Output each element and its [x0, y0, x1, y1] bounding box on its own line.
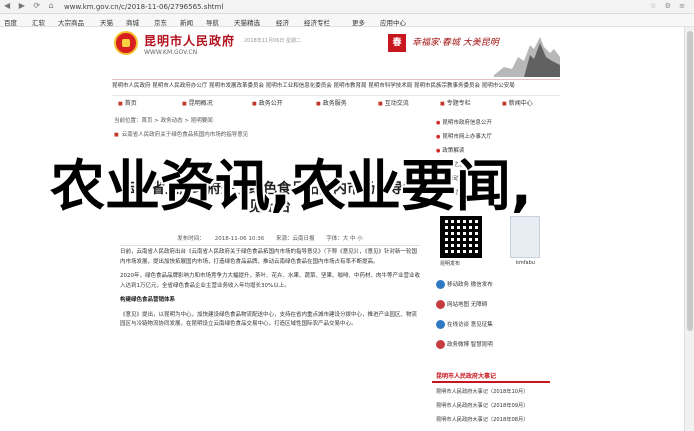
main-nav: 首页 昆明概况 政务公开 政务服务 互动交流 专题专栏 新闻中心 — [112, 95, 560, 107]
bookmark-item[interactable]: 商城 — [126, 17, 139, 26]
qr-code-icon[interactable] — [440, 216, 482, 258]
interview-icon — [436, 320, 445, 329]
url-field[interactable]: www.km.gov.cn/c/2018-11-06/2796565.shtml — [64, 2, 484, 12]
site-name[interactable]: 昆明市人民政府 — [144, 32, 235, 49]
address-bar: ◀ ▶ ⟳ ⌂ www.km.gov.cn/c/2018-11-06/27965… — [0, 0, 694, 14]
sidebar-section-title[interactable]: 昆明市人民政府大事记 — [432, 370, 550, 383]
qr2-label: kmfabu — [516, 260, 535, 266]
department-links-row[interactable]: 昆明市人民政府 昆明市人民政府办公厅 昆明市发展改革委员会 昆明市工业和信息化委… — [112, 81, 560, 93]
bookmark-item[interactable]: 经济专栏 — [304, 17, 330, 26]
bookmark-item[interactable]: 汇软 — [32, 17, 45, 26]
nav-item-interaction[interactable]: 互动交流 — [378, 98, 409, 107]
mobile-app-icon[interactable] — [510, 216, 540, 258]
date-line: 2018年11月06日 星期二 — [244, 38, 302, 44]
sidebar-link[interactable]: 昆明市网上办事大厅 — [436, 132, 492, 140]
bookmark-item[interactable]: 天猫 — [100, 17, 113, 26]
meta-source: 来源：云南日报 — [276, 236, 315, 242]
sidebar-service-row[interactable]: 移动政务 微信发布 — [436, 280, 493, 289]
sidebar-news-item[interactable]: 昆明市人民政府大事记（2018年10月） — [436, 388, 528, 395]
site-header: 昆明市人民政府 WWW.KM.GOV.CN 2018年11月06日 星期二 春 … — [112, 27, 560, 79]
bookmark-item[interactable]: 百度 — [4, 17, 17, 26]
nav-buttons[interactable]: ◀ ▶ ⟳ ⌂ — [4, 1, 57, 10]
nav-item-topics[interactable]: 专题专栏 — [440, 98, 471, 107]
sidebar-service-row[interactable]: 网站地图 无障碍 — [436, 300, 487, 309]
nav-item-home[interactable]: 首页 — [118, 98, 137, 107]
article-paragraph: 2020年，绿色食品品牌影响力和市场竞争力大幅提升，茶叶、花卉、水果、蔬菜、坚果… — [120, 273, 421, 289]
mobile-icon — [436, 280, 445, 289]
sub-breadcrumb[interactable]: 云南省人民政府关于绿色食品拓国内市场的指导意见 — [114, 130, 249, 138]
browser-toolbar-icons[interactable]: ☆ ⚙ ≡ — [650, 2, 688, 10]
calendar-icon: 春 — [388, 34, 406, 52]
sidebar-link[interactable]: 政策解读 — [436, 146, 464, 154]
article-section-heading: 构建绿色食品营销体系 — [120, 297, 176, 303]
header-slogan: 幸福家·春城 大美昆明 — [412, 38, 499, 48]
meta-date-label: 发布时间： — [177, 236, 205, 242]
nav-item-services[interactable]: 政务服务 — [316, 98, 347, 107]
bookmark-item[interactable]: 应用中心 — [380, 17, 406, 26]
article-body: 日前，云南省人民政府出台《云南省人民政府关于绿色食品拓国内市场的指导意见》（下称… — [120, 248, 420, 335]
qr-label: 昆明发布 — [440, 261, 461, 267]
breadcrumb[interactable]: 当前位置：首页 > 政务动态 > 昆明要闻 — [114, 116, 213, 124]
sidebar-service-row[interactable]: 政务微博 智慧昆明 — [436, 340, 493, 349]
nav-item-gov-affairs[interactable]: 政务公开 — [252, 98, 283, 107]
bookmark-item[interactable]: 天猫精选 — [234, 17, 260, 26]
meta-date: 2018-11-06 10:36 — [214, 236, 265, 242]
bookmarks-bar: 百度 汇软 大宗商品 天猫 商城 京东 新闻 导航 天猫精选 经济 经济专栏 更… — [0, 14, 694, 27]
sidebar-news-item[interactable]: 昆明市人民政府大事记（2018年09月） — [436, 402, 528, 409]
bookmark-item[interactable]: 新闻 — [180, 17, 193, 26]
bookmark-item[interactable]: 导航 — [206, 17, 219, 26]
sidebar-link[interactable]: 昆明市政府信息公开 — [436, 118, 492, 126]
landmark-skyline-icon — [494, 37, 560, 77]
weibo-icon — [436, 340, 445, 349]
overlay-headline: 农业资讯,农业要闻, — [50, 154, 532, 218]
sitemap-icon — [436, 300, 445, 309]
nav-item-overview[interactable]: 昆明概况 — [182, 98, 213, 107]
bookmark-item[interactable]: 更多 — [352, 17, 365, 26]
scrollbar-thumb[interactable] — [687, 31, 693, 331]
font-size-switch[interactable]: 字体：大 中 小 — [326, 236, 363, 242]
bookmark-item[interactable]: 京东 — [154, 17, 167, 26]
vertical-scrollbar[interactable] — [684, 27, 694, 431]
sidebar-news-item[interactable]: 昆明市人民政府大事记（2018年08月） — [436, 416, 528, 423]
bookmark-item[interactable]: 经济 — [276, 17, 289, 26]
browser-window: ◀ ▶ ⟳ ⌂ www.km.gov.cn/c/2018-11-06/27965… — [0, 0, 694, 431]
sidebar-service-row[interactable]: 在线访谈 意见征集 — [436, 320, 493, 329]
national-emblem-icon — [114, 31, 138, 55]
nav-item-news[interactable]: 新闻中心 — [502, 98, 533, 107]
site-url: WWW.KM.GOV.CN — [144, 49, 198, 56]
article-meta: 发布时间： 2018-11-06 10:36 来源：云南日报 字体：大 中 小 — [120, 234, 420, 246]
article-paragraph: 日前，云南省人民政府出台《云南省人民政府关于绿色食品拓国内市场的指导意见》（下称… — [120, 249, 418, 265]
article-paragraph: 《意见》提出，以昆明为中心，加快建设绿色食品物流配送中心，支持在省内重点城市建设… — [120, 311, 418, 328]
bookmark-item[interactable]: 大宗商品 — [58, 17, 84, 26]
